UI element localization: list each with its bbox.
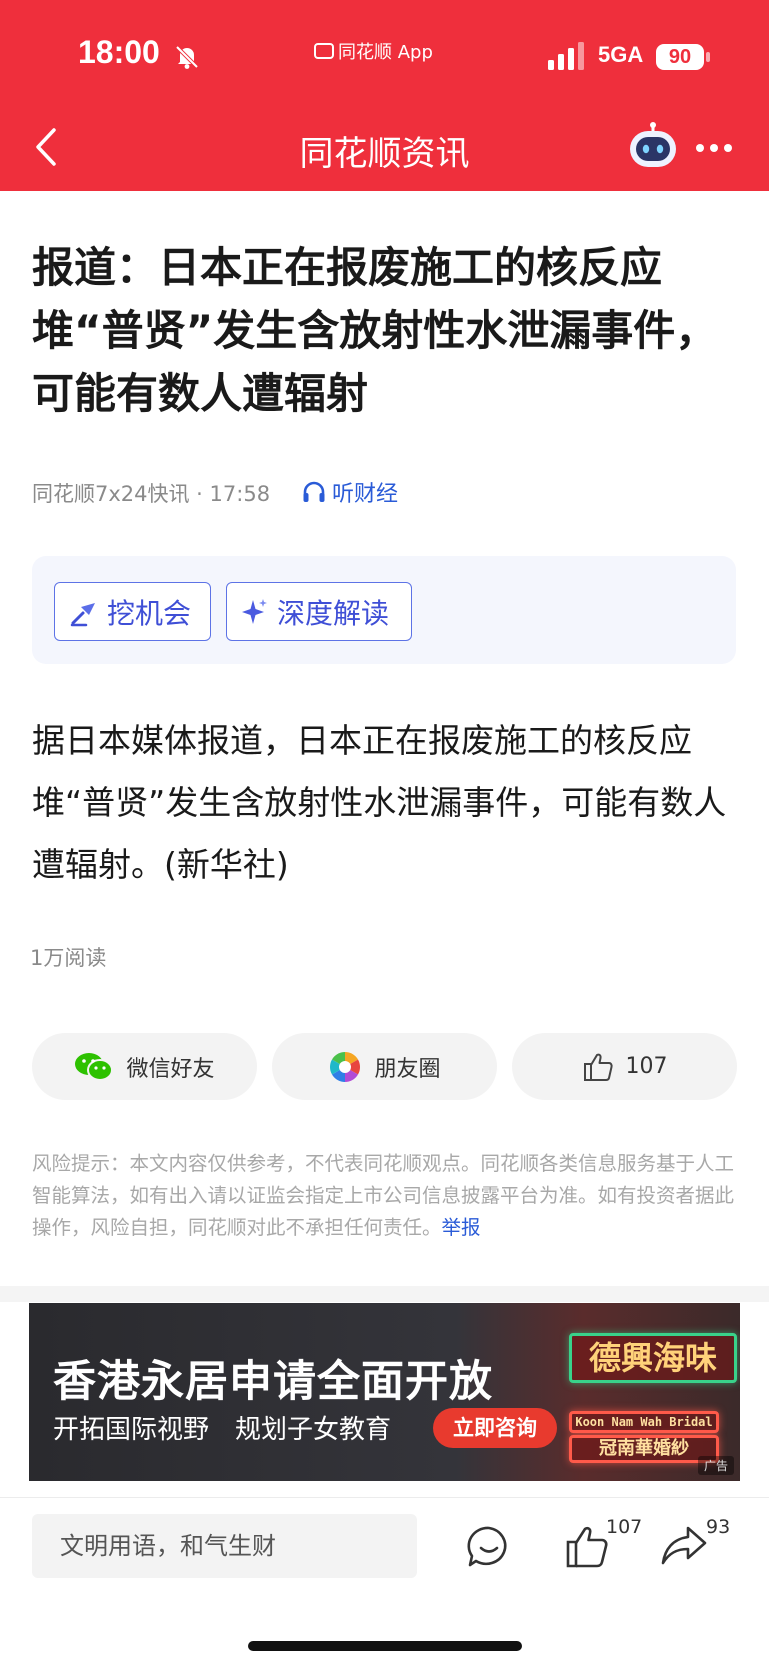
bottom-like-count: 107	[606, 1516, 643, 1538]
ad-badge: 广告	[697, 1456, 734, 1475]
shovel-icon	[70, 602, 95, 626]
dig-opportunity-button[interactable]: 挖机会	[54, 582, 211, 641]
app-source-label: 同花顺 App	[338, 42, 433, 63]
app-header: 18:00 同花顺 App 5GA 90 同花顺资讯	[0, 0, 769, 191]
section-divider	[0, 1286, 769, 1302]
like-count: 107	[625, 1054, 668, 1079]
article-source-time: 同花顺7x24快讯 · 17:58	[32, 482, 271, 506]
share-wechat-button[interactable]: 微信好友	[32, 1033, 257, 1100]
share-arrow-icon[interactable]	[660, 1522, 708, 1568]
bell-off-icon	[175, 45, 199, 69]
neon-sign-bridal-en: Koon Nam Wah Bridal	[569, 1411, 719, 1433]
disclaimer-text: 风险提示：本文内容仅供参考，不代表同花顺观点。同花顺各类信息服务基于人工智能算法…	[32, 1152, 735, 1239]
comment-icon[interactable]	[466, 1524, 512, 1570]
headphones-icon	[303, 481, 325, 502]
battery-tip	[706, 52, 710, 62]
read-count: 1万阅读	[30, 946, 107, 970]
share-wechat-label: 微信好友	[126, 1056, 215, 1082]
battery-indicator: 90	[656, 44, 704, 70]
neon-sign-bridal-zh: 冠南華婚紗	[569, 1435, 719, 1463]
bottom-bar-divider	[0, 1497, 769, 1498]
app-logo-icon	[314, 43, 334, 59]
deep-read-button[interactable]: 深度解读	[226, 582, 412, 641]
app-source-tag[interactable]: 同花顺 App	[314, 38, 433, 64]
article-headline: 报道：日本正在报废施工的核反应堆“普贤”发生含放射性水泄漏事件，可能有数人遭辐射	[32, 243, 718, 418]
share-moments-button[interactable]: 朋友圈	[272, 1033, 497, 1100]
network-type: 5GA	[598, 42, 644, 67]
listen-label: 听财经	[332, 482, 399, 507]
ad-subtitle: 开拓国际视野 规划子女教育	[53, 1415, 392, 1445]
thumbs-up-icon	[583, 1053, 613, 1081]
share-moments-label: 朋友圈	[374, 1056, 441, 1082]
listen-button[interactable]: 听财经	[302, 476, 398, 508]
home-indicator	[248, 1641, 522, 1651]
dig-opportunity-label: 挖机会	[107, 596, 192, 630]
robot-assistant-icon[interactable]	[626, 122, 680, 170]
status-time: 18:00	[78, 34, 160, 70]
risk-disclaimer: 风险提示：本文内容仅供参考，不代表同花顺观点。同花顺各类信息服务基于人工智能算法…	[32, 1148, 744, 1244]
report-link[interactable]: 举报	[442, 1216, 481, 1239]
more-options-icon[interactable]	[694, 140, 734, 156]
wechat-icon	[75, 1052, 114, 1081]
ad-title: 香港永居申请全面开放	[53, 1357, 493, 1407]
share-count: 93	[706, 1516, 731, 1538]
comment-input[interactable]: 文明用语，和气生财	[32, 1514, 417, 1578]
article-body: 据日本媒体报道，日本正在报废施工的核反应堆“普贤”发生含放射性水泄漏事件，可能有…	[32, 721, 727, 884]
neon-sign-seafood: 德興海味	[569, 1333, 737, 1383]
bottom-like-icon[interactable]	[564, 1524, 610, 1570]
moments-aperture-icon	[330, 1051, 361, 1082]
cellular-signal-icon	[548, 42, 584, 70]
like-button[interactable]: 107	[512, 1033, 737, 1100]
deep-read-label: 深度解读	[277, 596, 390, 630]
ad-cta-button[interactable]: 立即咨询	[433, 1408, 557, 1448]
sparkle-icon	[242, 598, 267, 624]
ad-banner[interactable]: 香港永居申请全面开放 开拓国际视野 规划子女教育 立即咨询 德興海味 Koon …	[29, 1303, 740, 1481]
